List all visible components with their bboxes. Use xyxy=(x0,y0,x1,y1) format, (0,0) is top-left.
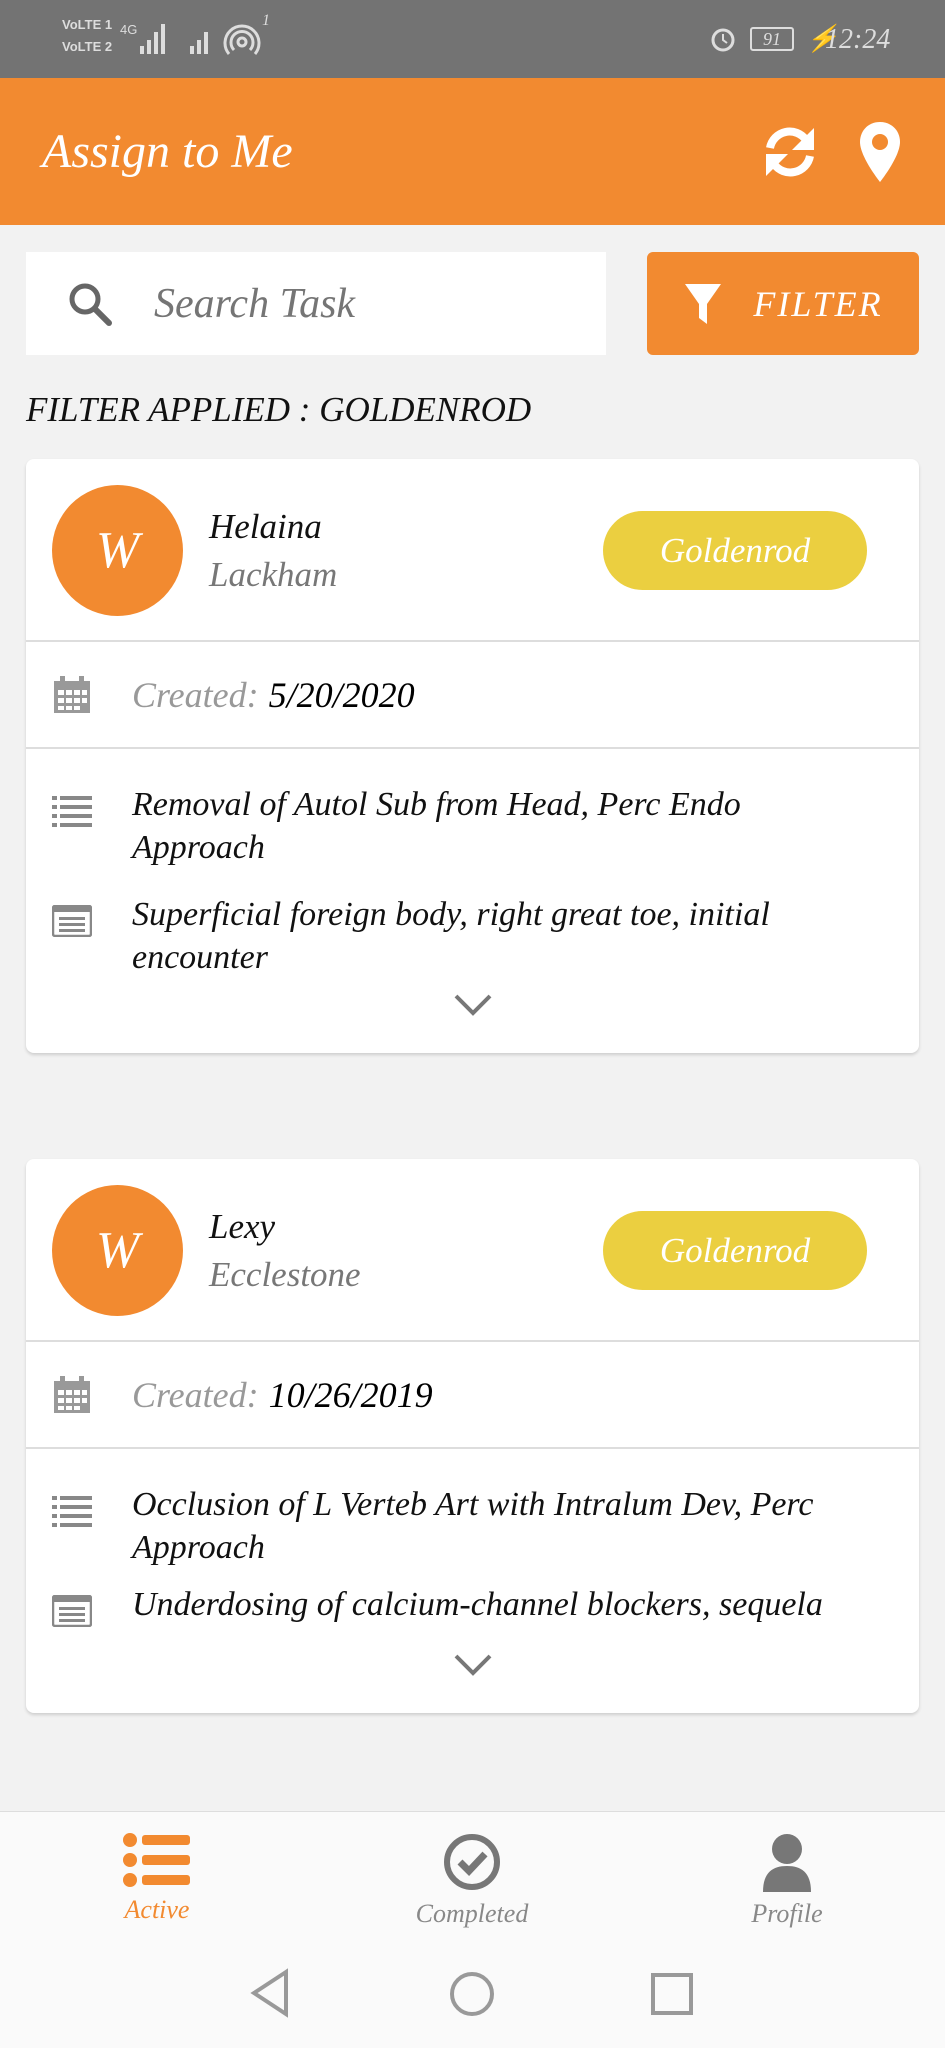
nav-label: Active xyxy=(124,1895,190,1924)
nav-active[interactable]: Active xyxy=(57,1832,257,1925)
page-title: Assign to Me xyxy=(42,125,293,178)
diagnosis-text: Superficial foreign body, right great to… xyxy=(132,896,770,976)
expand-button[interactable] xyxy=(26,1653,919,1713)
filter-label: FILTER xyxy=(753,283,883,324)
created-label: Created: xyxy=(132,1374,259,1415)
filter-button[interactable]: FILTER xyxy=(647,252,919,355)
bottom-navigation: Active Completed Profile xyxy=(0,1811,945,2048)
home-icon[interactable] xyxy=(448,1970,496,2018)
calendar-icon xyxy=(54,675,90,713)
procedure-text: Occlusion of L Verteb Art with Intralum … xyxy=(132,1486,814,1566)
location-pin-icon[interactable] xyxy=(858,120,902,184)
check-circle-icon xyxy=(444,1834,500,1890)
first-name: Lexy xyxy=(209,1207,276,1246)
chevron-down-icon xyxy=(454,1654,491,1676)
created-date: 5/20/2020 xyxy=(268,674,415,715)
network-type: 4G xyxy=(120,22,138,37)
avatar: W xyxy=(52,485,183,616)
signal-icon xyxy=(140,24,261,55)
procedure-text: Removal of Autol Sub from Head, Perc End… xyxy=(132,786,741,866)
hotspot-count: 1 xyxy=(262,12,270,29)
diagnosis-text: Underdosing of calcium-channel blockers,… xyxy=(132,1586,823,1623)
recents-icon[interactable] xyxy=(650,1972,694,2016)
status-badge: Goldenrod xyxy=(603,1211,867,1290)
avatar: W xyxy=(52,1185,183,1316)
search-icon xyxy=(69,283,112,326)
filter-applied-text: FILTER APPLIED : GOLDENROD xyxy=(26,390,532,429)
last-name: Ecclestone xyxy=(209,1255,361,1294)
nav-completed[interactable]: Completed xyxy=(372,1832,572,1929)
nav-label: Profile xyxy=(751,1899,823,1928)
document-icon xyxy=(52,1595,92,1627)
search-box[interactable] xyxy=(26,252,606,355)
nav-profile[interactable]: Profile xyxy=(687,1832,887,1929)
list-icon xyxy=(52,796,92,827)
user-icon xyxy=(763,1834,811,1892)
document-icon xyxy=(52,905,92,937)
created-date: 10/26/2019 xyxy=(268,1374,433,1415)
status-badge: Goldenrod xyxy=(603,511,867,590)
task-card[interactable]: W Helaina Lackham Goldenrod Created: 5/20… xyxy=(26,459,919,1053)
list-icon xyxy=(52,1496,92,1527)
last-name: Lackham xyxy=(209,555,338,594)
task-card[interactable]: W Lexy Ecclestone Goldenrod Created: 10/2… xyxy=(26,1159,919,1713)
status-bar: VoLTE 1 VoLTE 2 4G 1 91 ⚡ 12:24 xyxy=(0,0,945,78)
back-icon[interactable] xyxy=(248,1968,292,2018)
app-header: Assign to Me xyxy=(0,78,945,225)
clock: 12:24 xyxy=(825,24,891,55)
nav-label: Completed xyxy=(415,1899,529,1928)
sim1-label: VoLTE 1 xyxy=(62,17,113,32)
chevron-down-icon xyxy=(454,994,491,1016)
sim2-label: VoLTE 2 xyxy=(62,39,113,54)
created-label: Created: xyxy=(132,674,259,715)
alarm-icon xyxy=(711,28,735,52)
calendar-icon xyxy=(54,1375,90,1413)
list-icon xyxy=(123,1833,190,1887)
expand-button[interactable] xyxy=(26,993,919,1053)
battery-level: 91 xyxy=(750,27,794,51)
first-name: Helaina xyxy=(209,507,322,546)
refresh-icon[interactable] xyxy=(760,122,820,182)
search-input[interactable] xyxy=(154,279,554,328)
funnel-icon xyxy=(685,283,722,324)
